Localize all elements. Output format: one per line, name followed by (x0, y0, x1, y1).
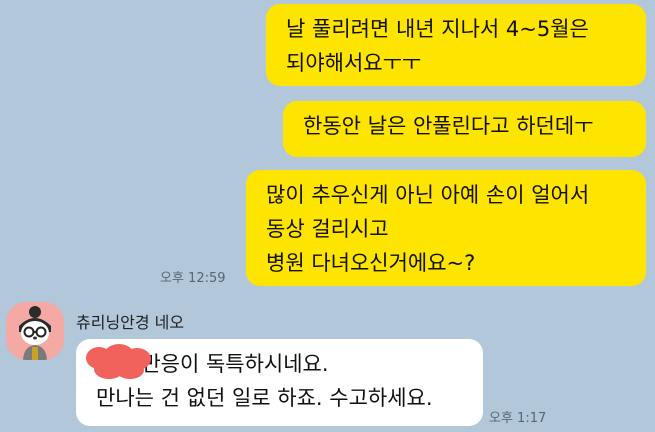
outgoing-message-bubble[interactable]: 날 풀리려면 내년 지나서 4~5월은 되야해서요ㅜㅜ (266, 4, 646, 86)
outgoing-message-bubble[interactable]: 한동안 날은 안풀린다고 하던데ㅜ (283, 101, 646, 157)
red-heart-scribble-icon (86, 344, 151, 379)
message-timestamp: 오후 1:17 (489, 411, 547, 426)
sender-avatar[interactable] (6, 302, 64, 360)
sender-name: 츄리닝안경 네오 (76, 313, 185, 332)
message-timestamp: 오후 12:59 (160, 271, 226, 286)
neo-character-icon (19, 306, 51, 360)
outgoing-message-bubble[interactable]: 많이 추우신게 아닌 아예 손이 얼어서 동상 걸리시고 병원 다녀오신거에요~… (246, 170, 646, 286)
chat-room: 날 풀리려면 내년 지나서 4~5월은 되야해서요ㅜㅜ 한동안 날은 안풀린다고… (0, 0, 655, 432)
